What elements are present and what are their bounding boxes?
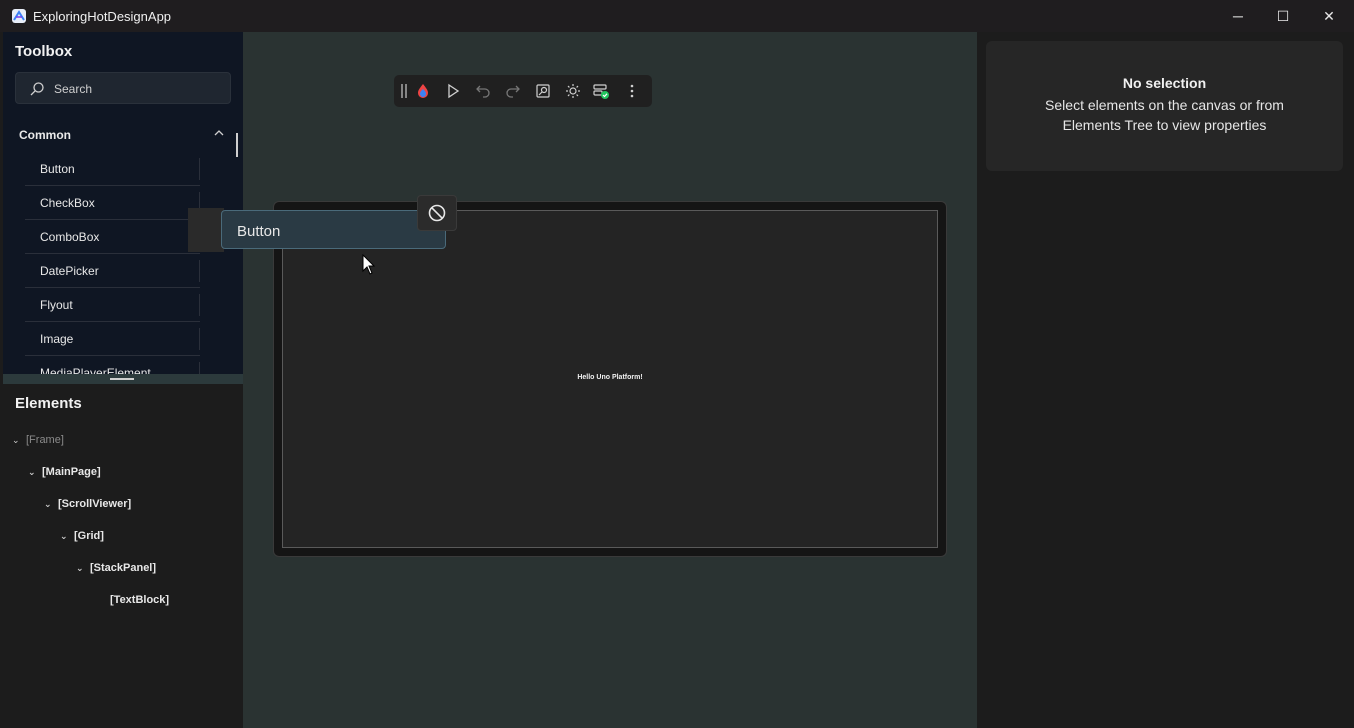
floating-toolbar (394, 75, 652, 107)
redo-icon[interactable] (503, 81, 523, 101)
tree-item-label: [Frame] (26, 434, 64, 446)
toolbox-item-label: Image (40, 332, 74, 346)
theme-icon[interactable] (563, 81, 583, 101)
toolbox-item-label: DatePicker (40, 264, 99, 278)
search-placeholder: Search (54, 82, 93, 96)
tree-item-stackpanel[interactable]: ⌄ [StackPanel] (76, 562, 156, 582)
zoom-fit-icon[interactable] (533, 81, 553, 101)
no-drop-indicator (417, 195, 457, 231)
panel-splitter[interactable] (3, 374, 243, 384)
hot-design-icon[interactable] (413, 81, 433, 101)
toolbox-item-label: CheckBox (40, 196, 95, 210)
chevron-down-icon[interactable]: ⌄ (12, 435, 26, 446)
hot-reload-status-icon[interactable] (591, 81, 611, 101)
window-title: ExploringHotDesignApp (33, 9, 172, 24)
maximize-button[interactable]: ☐ (1260, 0, 1306, 32)
tree-item-mainpage[interactable]: ⌄ [MainPage] (28, 466, 101, 486)
toolbox-item-checkbox[interactable]: CheckBox (25, 186, 200, 220)
design-canvas[interactable]: Hello Uno Platform! (243, 32, 977, 728)
elements-panel: Elements ⌄ [Frame] ⌄ [MainPage] ⌄ [ScrollVi… (3, 384, 243, 728)
common-section-label: Common (19, 128, 71, 142)
play-icon[interactable] (443, 81, 463, 101)
tree-item-label: [Grid] (74, 530, 104, 542)
close-icon: ✕ (1323, 7, 1335, 24)
drag-ghost-button: Button (221, 210, 446, 249)
toolbox-item-button[interactable]: Button (25, 152, 200, 186)
properties-card: No selection Select elements on the canv… (986, 41, 1343, 171)
splitter-grip[interactable] (110, 378, 134, 380)
drag-shadow (188, 208, 224, 252)
maximize-icon: ☐ (1276, 7, 1290, 24)
undo-icon[interactable] (473, 81, 493, 101)
tree-item-label: [StackPanel] (90, 562, 157, 574)
tree-item-label: [TextBlock] (110, 594, 170, 606)
toolbox-item-label: Flyout (40, 298, 73, 312)
close-button[interactable]: ✕ (1306, 0, 1352, 32)
toolbox-list: Button CheckBox ComboBox DatePicker Flyo… (25, 152, 200, 374)
divider (199, 362, 200, 374)
title-bar: ExploringHotDesignApp ─ ☐ ✕ (0, 0, 1354, 32)
drag-ghost-label: Button (237, 223, 281, 240)
common-section-header[interactable]: Common (3, 118, 235, 150)
toolbox-item-flyout[interactable]: Flyout (25, 288, 200, 322)
toolbox-item-combobox[interactable]: ComboBox (25, 220, 200, 254)
chevron-up-icon[interactable] (212, 126, 226, 140)
toolbox-scrollbar[interactable] (236, 133, 238, 157)
divider (199, 328, 200, 350)
elements-title: Elements (15, 395, 82, 412)
more-options-icon[interactable] (622, 81, 642, 101)
divider (199, 158, 200, 180)
chevron-down-icon[interactable]: ⌄ (76, 563, 90, 574)
app-preview-surface[interactable]: Hello Uno Platform! (282, 210, 938, 548)
no-entry-icon (428, 204, 446, 222)
toolbox-item-label: MediaPlayerElement (40, 366, 151, 374)
divider (199, 294, 200, 316)
app-icon (12, 9, 26, 23)
toolbox-item-label: ComboBox (40, 230, 100, 244)
toolbox-item-image[interactable]: Image (25, 322, 200, 356)
hello-textblock[interactable]: Hello Uno Platform! (283, 374, 937, 381)
divider (199, 260, 200, 282)
grip-icon[interactable] (394, 81, 414, 101)
properties-description: Select elements on the canvas or from El… (1045, 97, 1284, 133)
toolbox-item-datepicker[interactable]: DatePicker (25, 254, 200, 288)
chevron-down-icon[interactable]: ⌄ (60, 531, 74, 542)
tree-item-label: [ScrollViewer] (58, 498, 132, 510)
search-icon (30, 82, 44, 96)
chevron-down-icon[interactable]: ⌄ (44, 499, 58, 510)
minimize-button[interactable]: ─ (1215, 0, 1261, 32)
toolbox-title: Toolbox (15, 43, 73, 60)
tree-item-grid[interactable]: ⌄ [Grid] (60, 530, 104, 550)
tree-item-scrollviewer[interactable]: ⌄ [ScrollViewer] (44, 498, 131, 518)
minimize-icon: ─ (1233, 8, 1243, 24)
properties-title: No selection (1122, 75, 1207, 91)
tree-item-label: [MainPage] (42, 466, 101, 478)
toolbox-item-label: Button (40, 162, 75, 176)
left-panel: Toolbox Search Common Button CheckBox Co… (3, 32, 243, 728)
toolbox-item-mediaplayerelement[interactable]: MediaPlayerElement (25, 356, 200, 374)
mouse-cursor-icon (362, 254, 376, 275)
tree-item-textblock[interactable]: [TextBlock] (110, 594, 169, 614)
toolbox-search-input[interactable]: Search (15, 72, 231, 104)
properties-panel: No selection Select elements on the canv… (977, 32, 1354, 728)
tree-item-frame[interactable]: ⌄ [Frame] (12, 434, 64, 454)
chevron-down-icon[interactable]: ⌄ (28, 467, 42, 478)
